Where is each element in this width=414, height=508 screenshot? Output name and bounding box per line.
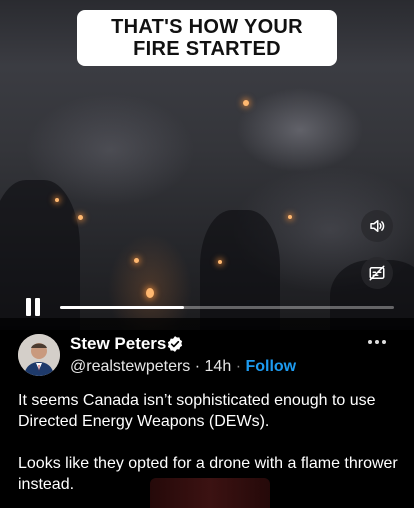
video-progress-fill [60, 306, 184, 309]
video-caption-line-1: THAT'S HOW YOUR [111, 16, 303, 38]
author-name[interactable]: Stew Peters [70, 334, 166, 354]
more-dot [382, 340, 386, 344]
meta-separator: · [194, 358, 201, 375]
meta-separator: · [235, 358, 242, 375]
more-dot [375, 340, 379, 344]
follow-button[interactable]: Follow [245, 358, 296, 375]
video-frame-detail [55, 198, 59, 202]
more-options-icon[interactable] [368, 340, 388, 348]
pause-button[interactable] [26, 298, 46, 318]
video-frame-detail [218, 260, 222, 264]
author-meta: @realstewpeters · 14h · Follow [70, 358, 296, 376]
avatar-image [18, 334, 60, 376]
post-time[interactable]: 14h [205, 358, 232, 375]
avatar[interactable] [18, 334, 60, 376]
volume-button[interactable] [361, 210, 393, 242]
pause-icon [26, 298, 31, 316]
pause-icon [35, 298, 40, 316]
video-frame-detail [134, 258, 139, 263]
verified-badge-icon [167, 336, 183, 352]
video-frame-detail [78, 215, 83, 220]
video-frame-detail [146, 288, 154, 298]
video-frame-detail [243, 100, 249, 106]
captions-off-icon [369, 265, 385, 281]
more-dot [368, 340, 372, 344]
speaker-icon [370, 220, 385, 232]
captions-button[interactable] [361, 257, 393, 289]
video-player[interactable]: THAT'S HOW YOUR FIRE STARTED [0, 0, 414, 330]
video-frame-detail [200, 210, 280, 330]
video-caption: THAT'S HOW YOUR FIRE STARTED [77, 10, 337, 66]
author-handle[interactable]: @realstewpeters [70, 358, 190, 375]
video-frame-detail [150, 478, 270, 508]
video-frame-detail [288, 215, 292, 219]
video-progress-bar[interactable] [60, 306, 394, 309]
video-caption-line-2: FIRE STARTED [133, 38, 281, 60]
